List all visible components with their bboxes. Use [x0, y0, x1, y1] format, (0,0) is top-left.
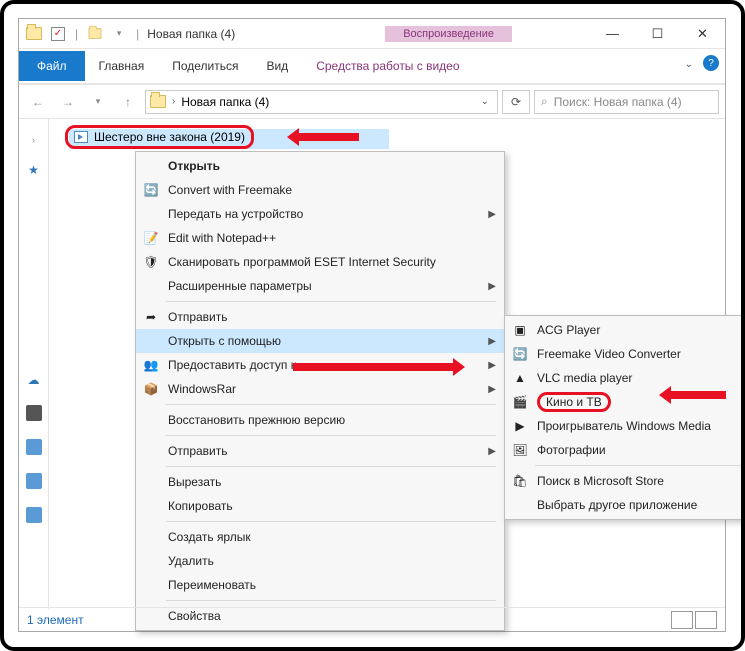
up-button[interactable]: ↑	[115, 90, 141, 114]
context-menu-item[interactable]: 🔄Convert with Freemake	[136, 178, 504, 202]
ribbon-expand-icon[interactable]: ⌄	[681, 55, 697, 74]
close-button[interactable]: ✕	[680, 19, 725, 49]
tutorial-arrow-icon	[671, 391, 726, 399]
breadcrumb[interactable]: Новая папка (4)	[181, 95, 269, 109]
context-menu-item[interactable]: Расширенные параметры▶	[136, 274, 504, 298]
context-menu-item[interactable]: Передать на устройство▶	[136, 202, 504, 226]
context-menu-item[interactable]: Удалить	[136, 549, 504, 573]
quick-access-icon: ★	[28, 163, 39, 177]
onedrive-icon: ☁	[28, 373, 40, 387]
context-menu: Открыть🔄Convert with FreemakeПередать на…	[135, 151, 505, 631]
video-file-icon	[74, 131, 88, 143]
details-view-button[interactable]	[671, 611, 693, 629]
context-menu-item[interactable]: 📦WindowsRar▶	[136, 377, 504, 401]
context-menu-item[interactable]: 🛡Сканировать программой ESET Internet Se…	[136, 250, 504, 274]
search-input[interactable]: ⌕ Поиск: Новая папка (4)	[534, 90, 719, 114]
context-menu-item[interactable]: Восстановить прежнюю версию	[136, 408, 504, 432]
maximize-button[interactable]: ☐	[635, 19, 680, 49]
tab-view[interactable]: Вид	[252, 51, 302, 81]
open-with-submenu: ▣ACG Player🔄Freemake Video Converter▲VLC…	[504, 315, 745, 520]
tutorial-highlight: Шестеро вне закона (2019)	[65, 125, 254, 149]
folder-icon-small	[84, 23, 106, 45]
tutorial-arrow-icon	[293, 363, 453, 371]
tab-video-tools[interactable]: Средства работы с видео	[302, 51, 473, 81]
forward-button[interactable]: →	[55, 90, 81, 114]
submenu-arrow-icon: ▶	[488, 360, 496, 371]
this-pc-icon	[26, 405, 42, 421]
context-menu-item[interactable]: ➦Отправить	[136, 305, 504, 329]
context-menu-item[interactable]: Копировать	[136, 494, 504, 518]
submenu-arrow-icon: ▶	[488, 446, 496, 457]
submenu-arrow-icon: ▶	[488, 336, 496, 347]
tutorial-arrow-icon	[299, 133, 359, 141]
submenu-arrow-icon: ▶	[488, 281, 496, 292]
open-with-item[interactable]: ▣ACG Player	[505, 318, 745, 342]
folder-icon	[150, 95, 166, 108]
status-count: 1 элемент	[27, 613, 84, 627]
props-qat-icon[interactable]: ✓	[47, 23, 69, 45]
open-with-item[interactable]: 🖼Фотографии	[505, 438, 745, 462]
submenu-arrow-icon: ▶	[488, 384, 496, 395]
context-menu-item[interactable]: 📝Edit with Notepad++	[136, 226, 504, 250]
contextual-tab-header: Воспроизведение	[385, 26, 512, 42]
open-with-item[interactable]: Выбрать другое приложение	[505, 493, 745, 517]
open-with-item[interactable]: ▶Проигрыватель Windows Media	[505, 414, 745, 438]
drive-icon	[26, 507, 42, 523]
tab-share[interactable]: Поделиться	[158, 51, 252, 81]
search-icon: ⌕	[541, 94, 548, 109]
back-button[interactable]: ←	[25, 90, 51, 114]
address-bar[interactable]: › Новая папка (4) ⌄	[145, 90, 498, 114]
context-menu-item[interactable]: Открыть	[136, 154, 504, 178]
refresh-button[interactable]: ⟳	[502, 90, 530, 114]
address-dropdown-icon[interactable]: ⌄	[477, 96, 493, 107]
tab-home[interactable]: Главная	[85, 51, 159, 81]
qat-dropdown-icon[interactable]: ▾	[108, 23, 130, 45]
context-menu-item[interactable]: Вырезать	[136, 470, 504, 494]
file-tab[interactable]: Файл	[19, 51, 85, 81]
open-with-item[interactable]: 🔄Freemake Video Converter	[505, 342, 745, 366]
context-menu-item[interactable]: Открыть с помощью▶	[136, 329, 504, 353]
minimize-button[interactable]: —	[590, 19, 635, 49]
open-with-item[interactable]: ▲VLC media player	[505, 366, 745, 390]
folder-icon	[23, 23, 45, 45]
submenu-arrow-icon: ▶	[488, 209, 496, 220]
drive-icon	[26, 473, 42, 489]
context-menu-item[interactable]: Переименовать	[136, 573, 504, 597]
open-with-item[interactable]: 🛍Поиск в Microsoft Store	[505, 469, 745, 493]
history-dropdown[interactable]: ▾	[85, 90, 111, 114]
icons-view-button[interactable]	[695, 611, 717, 629]
drive-icon	[26, 439, 42, 455]
file-name: Шестеро вне закона (2019)	[94, 130, 245, 144]
quick-access-chevron-icon[interactable]: ›	[32, 135, 35, 145]
context-menu-item[interactable]: Отправить▶	[136, 439, 504, 463]
help-icon[interactable]: ?	[703, 55, 719, 71]
context-menu-item[interactable]: Создать ярлык	[136, 525, 504, 549]
window-title: Новая папка (4)	[143, 27, 235, 41]
